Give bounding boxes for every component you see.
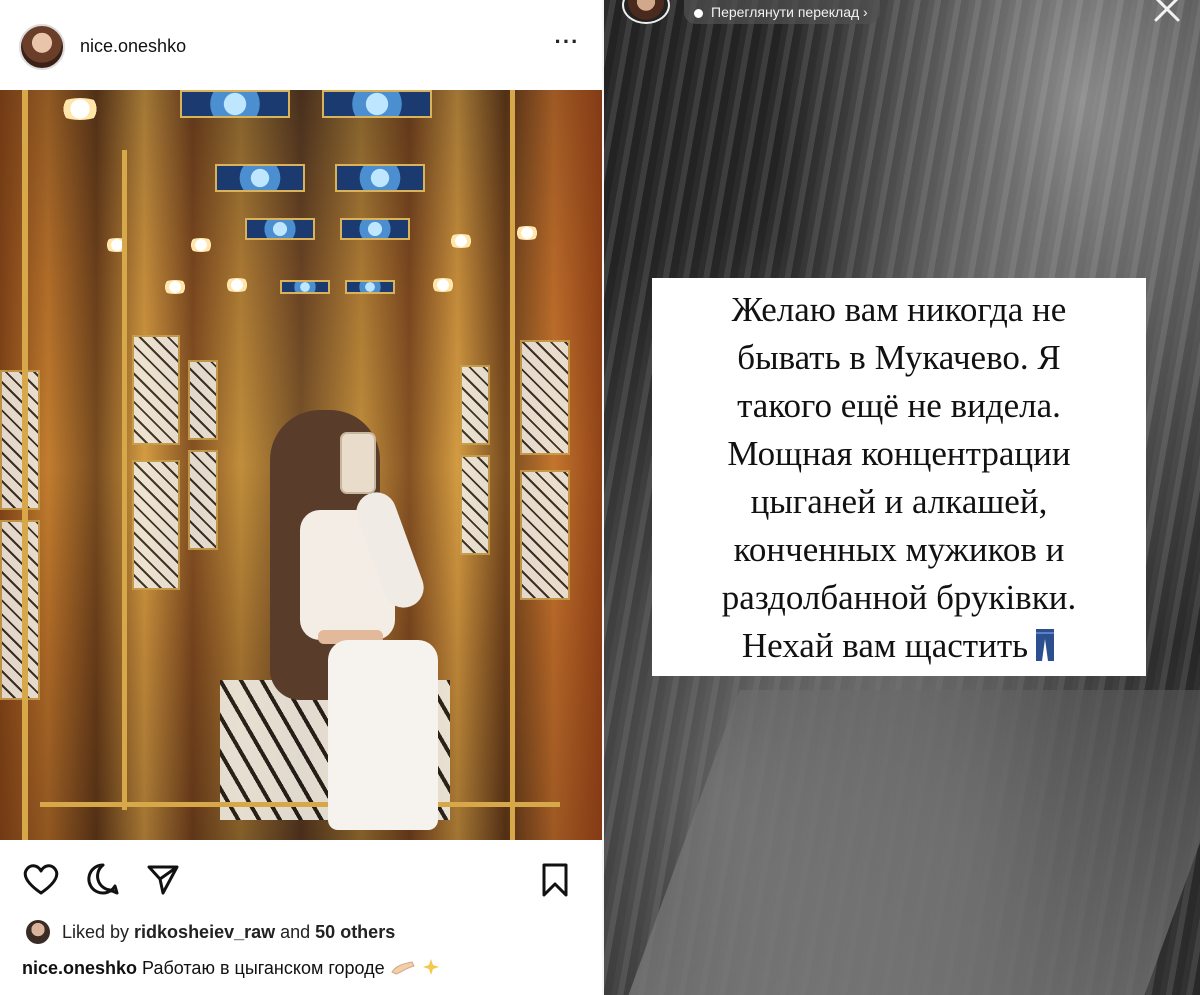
story-text-line: Желаю вам никогда не [731,290,1067,329]
ceiling-panel [245,218,315,240]
story-text-line: такого ещё не видела. [737,386,1061,425]
ceiling-light [160,280,190,294]
wall-panel [132,460,180,590]
wall-panel [0,370,40,510]
ceiling-light [428,278,458,292]
ceiling-light [186,238,216,252]
frame-line [22,90,28,840]
ceiling-panel [180,90,290,118]
story-text-line: бывать в Мукачево. Я [737,338,1061,377]
likes-row: Liked by ridkosheiev_raw and 50 others [20,918,600,946]
ceiling-panel [340,218,410,240]
story-text-sticker: Желаю вам никогда не бывать в Мукачево. … [652,278,1146,676]
frame-line [122,150,127,810]
wall-panel [132,335,180,445]
ceiling-light [446,234,476,248]
story-text-line: цыганей и алкашей, [750,482,1048,521]
ceiling-panel [215,164,305,192]
instagram-post: nice.oneshko ··· Liked by ridkosheiev_ra… [0,0,602,995]
story-text-line: раздолбанной бруківки. [721,578,1077,617]
wall-panel [460,455,490,555]
hand-emoji-icon [390,961,415,975]
story-text-line: конченных мужиков и [733,530,1065,569]
ceiling-light [222,278,252,292]
post-photo[interactable] [0,90,602,840]
bookmark-icon[interactable] [540,862,570,898]
avatar[interactable] [19,24,65,70]
jeans-emoji-icon [1036,629,1055,661]
likes-middle: and [275,922,316,942]
post-header: nice.oneshko ··· [0,0,602,90]
ceiling-light [512,226,542,240]
close-icon[interactable] [1152,0,1182,24]
wall-panel [520,340,570,455]
caption-text: Работаю в цыганском городе [142,958,385,978]
person-pants [328,640,438,830]
story-text-line: Нехай вам щастить [741,626,1029,665]
see-translation-button[interactable]: Переглянути переклад › [684,0,880,24]
heart-icon[interactable] [22,862,60,896]
more-options-icon[interactable]: ··· [552,31,582,53]
frame-line [40,802,560,807]
ceiling-light [102,238,132,252]
likes-text: Liked by ridkosheiev_raw and 50 others [62,922,395,943]
ceiling-panel [322,90,432,118]
story-text-last-line: Нехай вам щастить [666,622,1132,670]
story-text-line: Мощная концентрации [727,434,1071,473]
liker-username[interactable]: ridkosheiev_raw [134,922,275,942]
wall-panel [188,450,218,550]
share-icon[interactable] [146,862,180,896]
post-username[interactable]: nice.oneshko [80,36,186,57]
frame-line [510,90,515,840]
post-actions-bar [0,840,602,910]
caption-username[interactable]: nice.oneshko [22,958,137,978]
ceiling-light [55,98,105,120]
sparkles-icon [422,959,439,975]
likes-count[interactable]: 50 others [315,922,395,942]
wall-panel [0,520,40,700]
ceiling-panel [280,280,330,294]
wall-panel [520,470,570,600]
ceiling-panel [345,280,395,294]
ceiling-panel [335,164,425,192]
wall-panel [460,365,490,445]
see-translation-label: Переглянути переклад › [711,4,868,20]
phone [340,432,376,494]
likes-prefix: Liked by [62,922,135,942]
translate-dot-icon [694,8,703,18]
wall-panel [188,360,218,440]
comment-icon[interactable] [86,862,120,896]
liker-avatar[interactable] [26,920,50,944]
caption: nice.oneshko Работаю в цыганском городе [22,958,441,979]
